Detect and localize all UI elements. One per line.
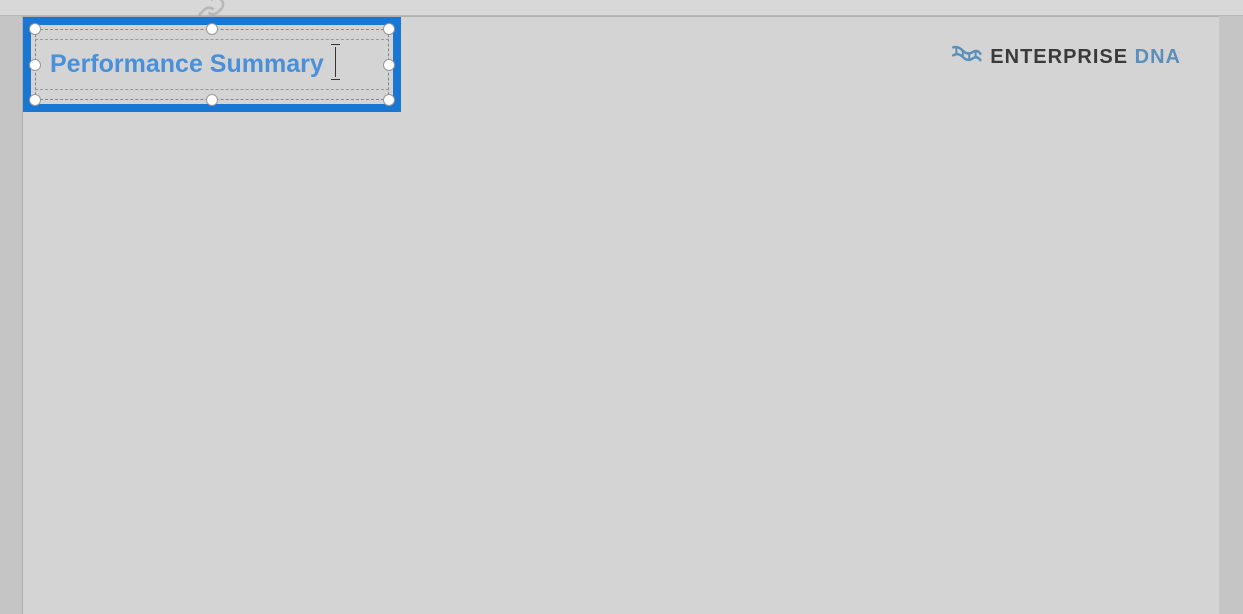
resize-handle-bottom-right[interactable] xyxy=(383,94,395,106)
resize-handle-bottom-left[interactable] xyxy=(29,94,41,106)
resize-handle-bottom-middle[interactable] xyxy=(206,94,218,106)
logo-enterprise-text: ENTERPRISE xyxy=(990,46,1134,68)
resize-handle-top-left[interactable] xyxy=(29,23,41,35)
text-cursor xyxy=(335,47,336,77)
resize-handle-middle-left[interactable] xyxy=(29,59,41,71)
selection-guide-bottom xyxy=(35,89,389,90)
selection-guide-top xyxy=(35,39,389,40)
textbox-selection-frame[interactable]: Performance Summary xyxy=(23,17,401,112)
resize-handle-middle-right[interactable] xyxy=(383,59,395,71)
logo-dna-text: DNA xyxy=(1135,46,1181,68)
top-toolbar xyxy=(0,0,1243,16)
brand-logo: ENTERPRISE DNA xyxy=(950,43,1181,71)
resize-handle-top-right[interactable] xyxy=(383,23,395,35)
report-canvas[interactable]: Performance Summary ENTERPRISE DNA xyxy=(22,16,1219,614)
dna-helix-icon xyxy=(950,43,982,71)
brand-logo-text: ENTERPRISE DNA xyxy=(990,46,1181,69)
textbox-title-text[interactable]: Performance Summary xyxy=(50,50,324,79)
textbox-visual[interactable]: Performance Summary xyxy=(31,25,393,104)
resize-handle-top-middle[interactable] xyxy=(206,23,218,35)
